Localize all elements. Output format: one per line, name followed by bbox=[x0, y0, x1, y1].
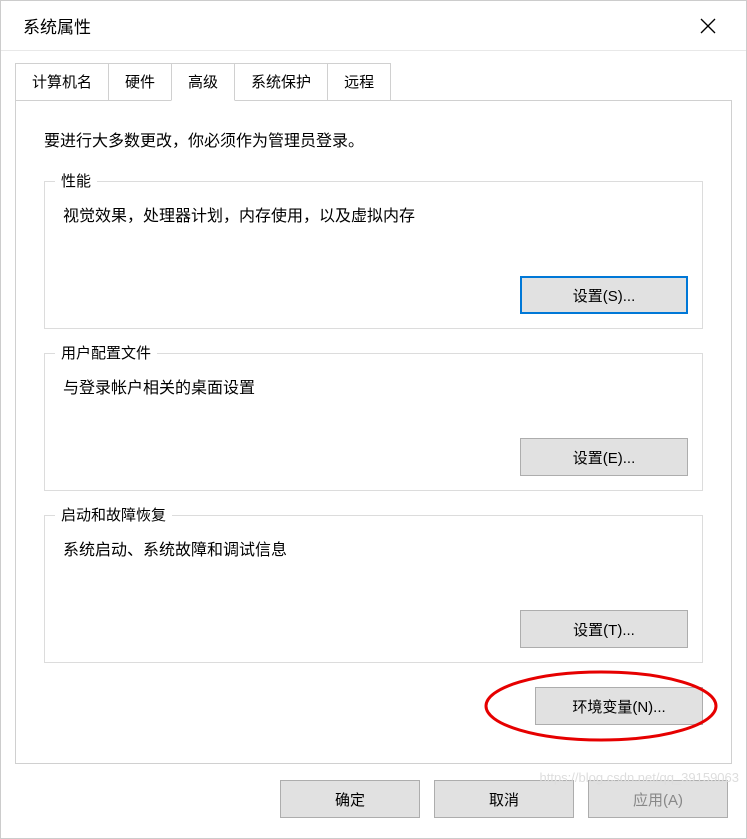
group-performance-title: 性能 bbox=[55, 170, 97, 191]
tab-computer-name[interactable]: 计算机名 bbox=[15, 63, 109, 100]
tab-hardware[interactable]: 硬件 bbox=[108, 63, 172, 100]
group-performance-button-row: 设置(S)... bbox=[59, 276, 688, 314]
group-startup-title: 启动和故障恢复 bbox=[55, 504, 172, 525]
group-performance: 性能 视觉效果，处理器计划，内存使用，以及虚拟内存 设置(S)... bbox=[44, 181, 703, 329]
titlebar: 系统属性 bbox=[1, 1, 746, 51]
dialog-title: 系统属性 bbox=[23, 13, 91, 38]
environment-variables-button[interactable]: 环境变量(N)... bbox=[535, 687, 703, 725]
env-button-row: 环境变量(N)... bbox=[44, 687, 703, 725]
performance-settings-button[interactable]: 设置(S)... bbox=[520, 276, 688, 314]
admin-note: 要进行大多数更改，你必须作为管理员登录。 bbox=[44, 127, 703, 151]
group-userprofile-desc: 与登录帐户相关的桌面设置 bbox=[59, 374, 688, 398]
group-performance-desc: 视觉效果，处理器计划，内存使用，以及虚拟内存 bbox=[59, 202, 688, 226]
group-userprofile-button-row: 设置(E)... bbox=[59, 438, 688, 476]
tab-content-advanced: 要进行大多数更改，你必须作为管理员登录。 性能 视觉效果，处理器计划，内存使用，… bbox=[15, 100, 732, 764]
cancel-button[interactable]: 取消 bbox=[434, 780, 574, 818]
group-userprofile: 用户配置文件 与登录帐户相关的桌面设置 设置(E)... bbox=[44, 353, 703, 491]
bottom-button-row: 确定 取消 应用(A) bbox=[1, 764, 746, 838]
startup-settings-button[interactable]: 设置(T)... bbox=[520, 610, 688, 648]
tab-system-protection[interactable]: 系统保护 bbox=[234, 63, 328, 100]
userprofile-settings-button[interactable]: 设置(E)... bbox=[520, 438, 688, 476]
x-icon bbox=[699, 17, 717, 35]
ok-button[interactable]: 确定 bbox=[280, 780, 420, 818]
group-userprofile-title: 用户配置文件 bbox=[55, 342, 157, 363]
apply-button[interactable]: 应用(A) bbox=[588, 780, 728, 818]
tab-row: 计算机名 硬件 高级 系统保护 远程 bbox=[1, 51, 746, 100]
group-startup-desc: 系统启动、系统故障和调试信息 bbox=[59, 536, 688, 560]
tab-remote[interactable]: 远程 bbox=[327, 63, 391, 100]
close-icon[interactable] bbox=[688, 6, 728, 46]
system-properties-dialog: 系统属性 计算机名 硬件 高级 系统保护 远程 要进行大多数更改，你必须作为管理… bbox=[0, 0, 747, 839]
tab-advanced[interactable]: 高级 bbox=[171, 63, 235, 101]
group-startup-button-row: 设置(T)... bbox=[59, 610, 688, 648]
group-startup: 启动和故障恢复 系统启动、系统故障和调试信息 设置(T)... bbox=[44, 515, 703, 663]
